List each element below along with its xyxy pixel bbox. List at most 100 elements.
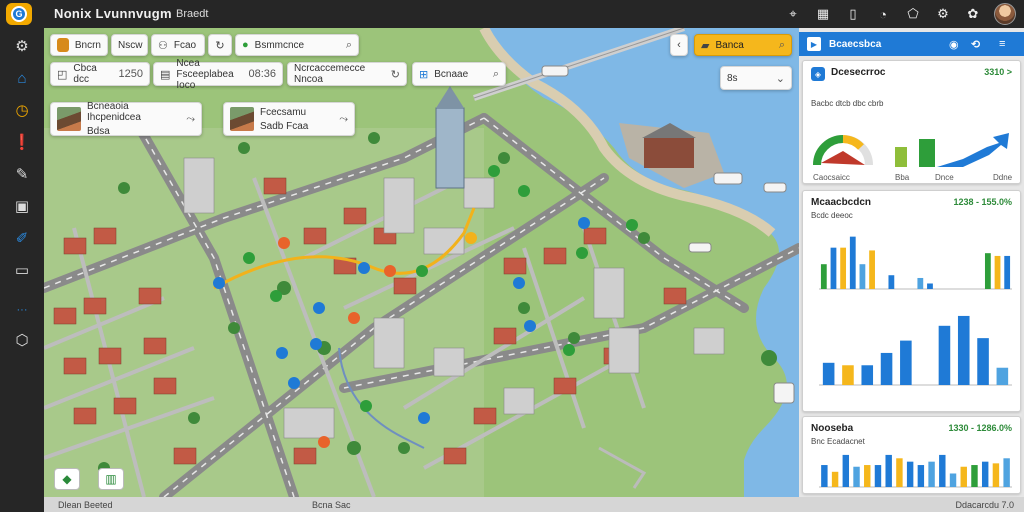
summary-bar-1 xyxy=(895,147,907,167)
panel-header-title: Bcaecsbca xyxy=(829,38,882,50)
chart-bar xyxy=(874,465,882,487)
info-card-places[interactable]: ⊞ Bcnaae ⌕ xyxy=(412,62,506,86)
map-view-button[interactable]: ▥ xyxy=(98,468,124,490)
chart-bar xyxy=(917,277,924,289)
grid-icon[interactable]: ▦ xyxy=(808,3,838,25)
gauge xyxy=(813,135,873,166)
chart-bar xyxy=(842,454,850,487)
filter-chip-3[interactable]: ⚇ Fcao xyxy=(151,34,205,56)
bar-chart-widget-subtitle: Bcdc deeoc xyxy=(811,211,853,220)
chart-bar xyxy=(984,253,991,289)
chart-bar xyxy=(880,352,893,385)
layers-button[interactable]: ◆ xyxy=(54,468,80,490)
chart-bar xyxy=(949,473,957,487)
folder-icon: ▰ xyxy=(701,39,710,52)
map-view-icon: ▥ xyxy=(105,472,117,486)
trend-arrow xyxy=(937,133,1009,167)
chart-bar xyxy=(938,325,951,385)
bottom-chart-widget-title: Nooseba xyxy=(811,423,854,434)
right-panel: ▶ Bcaecsbca ◉ ⟲ ≡ ◈ Dcesecrroc 3310 > Ba… xyxy=(799,28,1024,497)
top-toolbar: ⌖ ▦ ▯ ◔ ⬠ ⚙ ✿ xyxy=(778,3,1016,25)
collapse-button[interactable]: ‹ xyxy=(670,34,688,56)
phone-icon[interactable]: ▯ xyxy=(838,3,868,25)
summary-widget-subtitle: Bacbc dtcb dbc cbrb xyxy=(811,99,884,108)
chart-bar xyxy=(861,365,874,385)
app-title: Nonix Lvunnvugm xyxy=(54,6,172,21)
chart-bar xyxy=(853,466,860,487)
chart-bar xyxy=(971,465,978,487)
map-search-button[interactable]: ▰ Banca ⌕ xyxy=(694,34,792,56)
sync-icon[interactable]: ⟲ xyxy=(971,38,980,51)
flower-icon[interactable]: ✿ xyxy=(958,3,988,25)
pen-icon[interactable]: ✎ xyxy=(8,162,36,186)
clock-icon[interactable]: ◷ xyxy=(8,98,36,122)
chart-bar xyxy=(957,315,970,385)
chart-bar xyxy=(864,465,871,487)
summary-widget-value: 3310 > xyxy=(984,67,1012,77)
filter-chip-2[interactable]: Nscw xyxy=(111,34,148,56)
info-card-time-label: Ncea Fsceeplabea Ioco xyxy=(176,57,234,91)
book-icon[interactable]: ▣ xyxy=(8,194,36,218)
people-icon: ⚇ xyxy=(158,39,168,52)
chart-bar xyxy=(822,362,835,385)
chart-bar xyxy=(994,255,1001,289)
filter-chip-1-label: Bncrn xyxy=(74,39,101,51)
zoom-select[interactable]: 8s ⌄ xyxy=(720,66,792,90)
status-mid: Bcna Sac xyxy=(312,499,351,510)
bar-chart-widget-title: Mcaacbcdcn xyxy=(811,197,872,208)
menu-icon[interactable]: ≡ xyxy=(999,38,1005,50)
filter-chip-1[interactable]: Bncrn xyxy=(50,34,108,56)
reset-button[interactable]: ↻ xyxy=(208,34,232,56)
refresh-icon: ↻ xyxy=(215,39,225,52)
chart-bar xyxy=(977,338,989,385)
panel-header: ▶ Bcaecsbca ◉ ⟲ ≡ xyxy=(799,32,1024,56)
legend-1: Caocsaicc xyxy=(813,173,850,182)
bell-icon[interactable]: ◔ xyxy=(868,3,898,25)
legend-4: Ddne xyxy=(993,173,1013,182)
chart-bar xyxy=(821,465,828,487)
gear-icon[interactable]: ⚙ xyxy=(928,3,958,25)
info-card-count[interactable]: ◰ Cbca dcc 1250 xyxy=(50,62,150,86)
chart-bar xyxy=(830,247,837,289)
logo-mark-icon: G xyxy=(11,6,27,22)
shield-icon: ◈ xyxy=(811,67,825,81)
edit-icon[interactable]: ✐ xyxy=(8,226,36,250)
user-avatar[interactable] xyxy=(994,3,1016,25)
info-card-route-label: Ncrcaccemecce Nncoa xyxy=(294,63,366,85)
filter-search-chip[interactable]: ● Bsmmcnce ⌕ xyxy=(235,34,359,56)
app-logo[interactable]: G xyxy=(6,3,32,25)
poi-card-2[interactable]: Fcecsamu Sadb Fcaa ⤳ xyxy=(223,102,355,136)
chart-bar xyxy=(900,340,912,385)
shield-icon[interactable]: ⬠ xyxy=(898,3,928,25)
home-icon[interactable]: ⌂ xyxy=(8,66,36,90)
info-card-count-value: 1250 xyxy=(118,68,143,80)
chart-bar xyxy=(928,461,935,487)
more-icon[interactable]: ··· xyxy=(8,298,36,322)
info-card-time-value: 08:36 xyxy=(248,68,276,80)
search-icon: ⌕ xyxy=(492,67,499,80)
summary-bar-2 xyxy=(919,139,935,167)
hexagon-icon[interactable]: ⬡ xyxy=(8,328,36,352)
info-card-route[interactable]: Ncrcaccemecce Nncoa ↻ xyxy=(287,62,407,86)
places-icon: ⊞ xyxy=(419,68,429,81)
city-map[interactable]: Bncrn Nscw ⚇ Fcao ↻ ● Bsmmcnce ⌕ ◰ Cbca … xyxy=(44,28,799,497)
summary-widget: ◈ Dcesecrroc 3310 > Bacbc dtcb dbc cbrb … xyxy=(802,60,1021,184)
status-left: Dlean Beeted xyxy=(58,499,113,510)
settings-icon[interactable]: ⚙ xyxy=(8,34,36,58)
chart-bar xyxy=(1004,255,1011,289)
filter-chip-3-label: Fcao xyxy=(173,39,197,51)
info-card-time[interactable]: ▤ Ncea Fsceeplabea Ioco 08:36 xyxy=(153,58,283,91)
poi-card-2-title: Fcecsamu xyxy=(260,106,307,118)
alert-icon[interactable]: ❗ xyxy=(8,130,36,154)
zoom-select-value: 8s xyxy=(727,72,738,84)
chart-bar xyxy=(1003,458,1010,487)
chart-bar xyxy=(960,466,967,487)
message-icon[interactable]: ▭ xyxy=(8,258,36,282)
status-bar: Dlean Beeted Bcna Sac Ddacarcdu 7.0 xyxy=(44,497,1024,512)
tag-icon[interactable]: ⌖ xyxy=(778,3,808,25)
top-bar: G Nonix Lvunnvugm Braedt ⌖ ▦ ▯ ◔ ⬠ ⚙ ✿ xyxy=(0,0,1024,28)
category-icon xyxy=(57,38,69,52)
poi-card-1[interactable]: Bcneaoia Ihcpenidcea Bdsa ⤳ xyxy=(50,101,202,137)
play-icon[interactable]: ▶ xyxy=(807,37,821,51)
help-icon[interactable]: ◉ xyxy=(949,38,959,51)
